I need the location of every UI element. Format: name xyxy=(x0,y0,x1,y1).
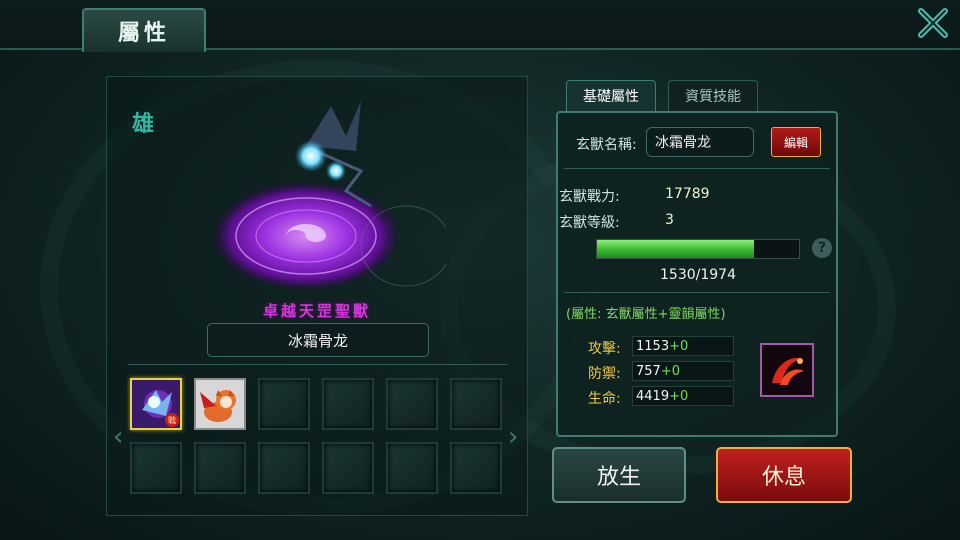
hp-base-value: 4419 xyxy=(636,388,670,404)
beast-model-stage xyxy=(196,96,452,316)
stats-divider xyxy=(564,168,830,169)
fox-beast-thumbnail xyxy=(196,380,244,428)
defense-bonus-value: +0 xyxy=(660,363,680,379)
page-title-tab[interactable]: 屬性 xyxy=(82,8,206,52)
name-label: 玄獸名稱: xyxy=(576,137,637,153)
beast-slot-4[interactable] xyxy=(322,378,374,430)
edit-name-button[interactable]: 編輯 xyxy=(771,127,821,157)
beast-slot-8[interactable] xyxy=(194,442,246,494)
exp-value: 1530/1974 xyxy=(660,267,736,283)
beast-slot-7[interactable] xyxy=(130,442,182,494)
hp-label: 生命: xyxy=(588,391,621,407)
power-value: 17789 xyxy=(665,186,710,202)
panel-divider xyxy=(128,364,508,365)
beast-slot-9[interactable] xyxy=(258,442,310,494)
exp-bar-fill xyxy=(597,240,754,258)
release-button[interactable]: 放生 xyxy=(552,447,686,503)
close-x-icon xyxy=(918,8,948,38)
defense-value-box: 757 +0 xyxy=(632,361,734,381)
prev-page-arrow[interactable]: ‹ xyxy=(113,422,123,452)
active-badge: 戰 xyxy=(168,415,176,425)
exp-bar xyxy=(596,239,800,259)
beast-name-field[interactable]: 冰霜骨龙 xyxy=(646,127,754,157)
rest-button[interactable]: 休息 xyxy=(716,447,852,503)
attribute-note: (屬性: 玄獸屬性+靈韻屬性) xyxy=(566,307,726,322)
beast-model-image xyxy=(211,101,452,291)
attack-bonus-value: +0 xyxy=(669,338,689,354)
attack-label: 攻擊: xyxy=(588,341,621,357)
level-label: 玄獸等級: xyxy=(559,215,620,231)
attack-base-value: 1153 xyxy=(636,338,670,354)
hp-value-box: 4419 +0 xyxy=(632,386,734,406)
beast-slot-5[interactable] xyxy=(386,378,438,430)
stats-divider xyxy=(564,292,830,293)
level-value: 3 xyxy=(665,212,674,228)
claw-skill-icon xyxy=(762,345,812,395)
attack-value-box: 1153 +0 xyxy=(632,336,734,356)
tab-basic-attributes[interactable]: 基礎屬性 xyxy=(566,80,656,111)
tab-aptitude-skills[interactable]: 資質技能 xyxy=(668,80,758,112)
beast-slot-3[interactable] xyxy=(258,378,310,430)
beast-slot-2[interactable] xyxy=(194,378,246,430)
beast-slot-1[interactable]: 戰 xyxy=(130,378,182,430)
beast-name-display: 冰霜骨龙 xyxy=(207,323,429,357)
help-icon[interactable]: ? xyxy=(812,238,832,258)
beast-slot-10[interactable] xyxy=(322,442,374,494)
beast-slot-6[interactable] xyxy=(450,378,502,430)
beast-slot-11[interactable] xyxy=(386,442,438,494)
frost-dragon-thumbnail: 戰 xyxy=(132,380,180,428)
defense-base-value: 757 xyxy=(636,363,661,379)
beast-rank-label: 卓越天罡聖獸 xyxy=(262,302,371,320)
next-page-arrow[interactable]: › xyxy=(508,422,518,452)
power-label: 玄獸戰力: xyxy=(559,189,620,205)
close-button[interactable] xyxy=(916,6,950,40)
defense-label: 防禦: xyxy=(588,366,621,382)
skill-icon[interactable] xyxy=(760,343,814,397)
beast-slot-12[interactable] xyxy=(450,442,502,494)
hp-bonus-value: +0 xyxy=(669,388,689,404)
gender-label: 雄 xyxy=(132,112,155,137)
